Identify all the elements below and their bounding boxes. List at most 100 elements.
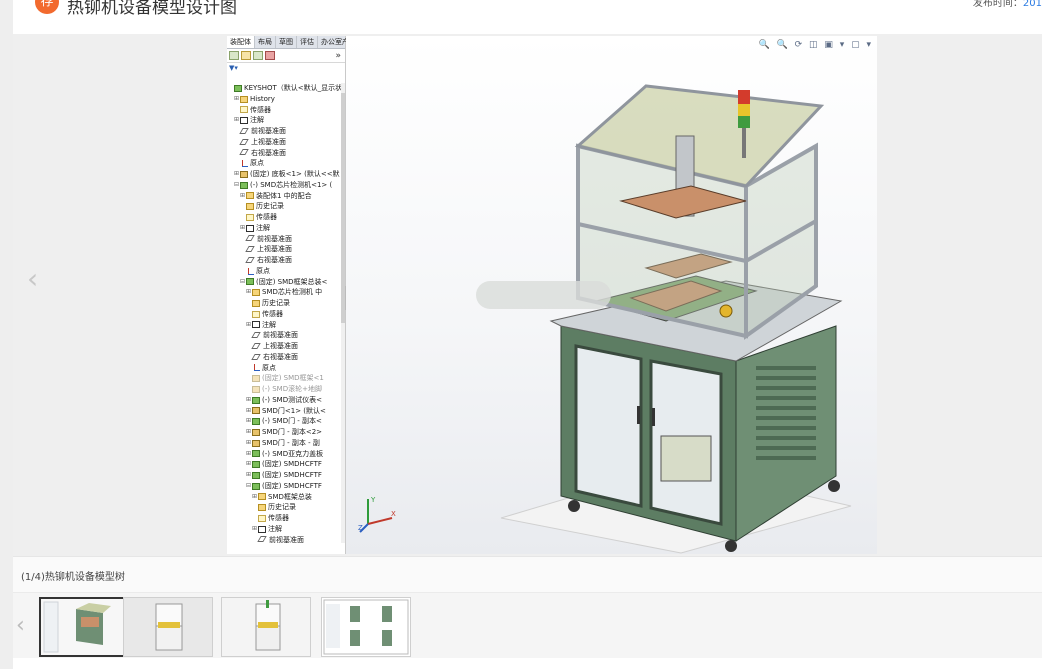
filter-icon[interactable]: ▼▾ — [227, 63, 345, 73]
tree-item[interactable]: 前视基准面 — [227, 330, 341, 341]
bottom-band — [13, 658, 1042, 669]
tree-item[interactable]: ⊞ SMD芯片检测机 中 — [227, 287, 341, 298]
tree-item[interactable]: ⊞ (-) SMD测试仪表< — [227, 395, 341, 406]
tree-item[interactable]: ⊞ 注解 — [227, 320, 341, 331]
tree-item-label: 上视基准面 — [251, 137, 286, 146]
tree-item-label: 历史记录 — [256, 202, 284, 211]
asm-icon — [252, 471, 260, 479]
tree-item[interactable]: 历史记录 — [227, 298, 341, 309]
tree-item[interactable]: ⊞ (-) SMD门 - 副本< — [227, 416, 341, 427]
tree-item[interactable]: (-) SMD滚轮+地脚 — [227, 384, 341, 395]
tree-item[interactable]: 传感器 — [227, 513, 341, 524]
tree-item[interactable]: ⊞ (-) SMD亚克力盖板 — [227, 449, 341, 460]
tree-item-label: SMD芯片检测机 中 — [262, 288, 323, 297]
configuration-icon[interactable] — [253, 51, 263, 60]
tree-item-label: (固定) SMD框架<1 — [262, 374, 324, 383]
tree-item[interactable]: 前视基准面 — [227, 126, 341, 137]
feature-manager-pane: 装配体 布局 草图 评估 办公室产品 » ▼▾ KEYSHOT（默认<默认_显示状 ⊞ Hi… — [227, 36, 360, 554]
tree-item[interactable]: ⊞ 注解 — [227, 115, 341, 126]
note-icon — [246, 224, 254, 232]
tree-item[interactable]: ⊞ (固定) SMDHCFTF — [227, 459, 341, 470]
plane-icon — [240, 128, 249, 135]
strip-prev-icon[interactable]: ‹ — [16, 613, 25, 638]
tree-item[interactable]: (固定) SMD框架<1 — [227, 373, 341, 384]
asm-icon — [234, 84, 242, 92]
part-icon — [252, 375, 260, 383]
tree-item[interactable]: 传感器 — [227, 212, 341, 223]
tree-item-label: 注解 — [256, 223, 270, 232]
tree-item[interactable]: 上视基准面 — [227, 137, 341, 148]
machine-model — [476, 84, 852, 554]
triad-z-label: Z — [358, 524, 363, 532]
caption-bar: (1/4)热铆机设备模型树 — [13, 556, 1042, 593]
thumbnail-2[interactable] — [123, 597, 213, 657]
tree-item[interactable]: ⊞ SMD框架总装 — [227, 492, 341, 503]
cad-screenshot: 装配体 布局 草图 评估 办公室产品 » ▼▾ KEYSHOT（默认<默认_显示状 ⊞ Hi… — [227, 36, 877, 554]
tree-item[interactable]: KEYSHOT（默认<默认_显示状 — [227, 83, 341, 94]
tab-3[interactable]: 评估 — [297, 36, 318, 48]
tree-item-label: 装配体1 中的配合 — [256, 191, 312, 200]
tree-item[interactable]: 原点 — [227, 266, 341, 277]
tree-item[interactable]: 上视基准面 — [227, 244, 341, 255]
tree-item[interactable]: ⊞ SMD门 - 副本 - 副 — [227, 438, 341, 449]
tree-item[interactable]: 前视基准面 — [227, 535, 341, 546]
tree-item[interactable]: 右视基准面 — [227, 352, 341, 363]
tree-item[interactable]: 历史记录 — [227, 502, 341, 513]
tree-item-label: 上视基准面 — [257, 245, 292, 254]
3d-viewport[interactable]: 🔍 🔍 ⟳ ◫ ▣ ▾ ▢ ▾ Y X Z — [346, 36, 877, 554]
image-caption: (1/4)热铆机设备模型树 — [21, 572, 125, 583]
publish-label: 发布时间： — [972, 0, 1023, 9]
tree-item-label: History — [250, 94, 275, 103]
tree-item[interactable]: ⊞ SMD门<1> (默认< — [227, 406, 341, 417]
tower-light-pole — [742, 128, 746, 158]
tree-item-label: 原点 — [250, 159, 264, 168]
thumbnail-1[interactable] — [39, 597, 129, 657]
tab-2[interactable]: 草图 — [276, 36, 297, 48]
tree-item-label: 上视基准面 — [263, 342, 298, 350]
thumbnail-4[interactable] — [321, 597, 411, 657]
tree-item-label: 前视基准面 — [257, 234, 292, 243]
tree-item[interactable]: 原点 — [227, 363, 341, 374]
asm-icon — [252, 450, 260, 458]
tab-1[interactable]: 布局 — [255, 36, 276, 48]
property-manager-icon[interactable] — [241, 51, 251, 60]
tree-scrollbar[interactable] — [341, 83, 345, 543]
tree-item[interactable]: ⊞ SMD门 - 副本<2> — [227, 427, 341, 438]
tab-0[interactable]: 装配体 — [227, 36, 255, 48]
tree-item[interactable]: 传感器 — [227, 309, 341, 320]
more-tabs-icon[interactable]: » — [335, 51, 341, 61]
plane-icon — [246, 257, 255, 264]
tree-item[interactable]: 历史记录 — [227, 201, 341, 212]
tree-item[interactable]: 右视基准面 — [227, 148, 341, 159]
folder-icon — [240, 95, 248, 103]
note-icon — [240, 117, 248, 125]
thumbnail-strip: ‹ — [13, 592, 1042, 659]
folder-icon — [258, 504, 266, 512]
tree-item[interactable]: ⊟ (-) SMD芯片检测机<1> ( — [227, 180, 341, 191]
feature-manager-tabs: 装配体 布局 草图 评估 办公室产品 — [227, 36, 360, 49]
tree-item[interactable]: 前视基准面 — [227, 234, 341, 245]
chevron-left-icon[interactable]: ‹ — [27, 262, 38, 295]
page-title: 热铆机设备模型设计图 — [67, 0, 237, 18]
tree-item[interactable]: 右视基准面 — [227, 255, 341, 266]
tree-item-label: 原点 — [262, 363, 276, 372]
tree-item-label: (-) SMD芯片检测机<1> ( — [250, 180, 333, 189]
tree-item[interactable]: ⊟ (固定) SMD框架总装< — [227, 277, 341, 288]
tree-item[interactable]: ⊞ (固定) 底板<1> (默认<<默 — [227, 169, 341, 180]
tree-item[interactable]: 上视基准面 — [227, 341, 341, 352]
tree-item[interactable]: ⊞ History — [227, 94, 341, 105]
tree-item[interactable]: 原点 — [227, 158, 341, 169]
appearance-icon[interactable] — [265, 51, 275, 60]
tree-item[interactable]: ⊞ 注解 — [227, 524, 341, 535]
feature-tree-icon[interactable] — [229, 51, 239, 60]
triad-x-label: X — [391, 510, 396, 518]
plane-icon — [246, 235, 255, 242]
tree-item[interactable]: 传感器 — [227, 105, 341, 116]
tree-item[interactable]: ⊞ 装配体1 中的配合 — [227, 191, 341, 202]
tree-item[interactable]: ⊞ (固定) SMDHCFTF — [227, 470, 341, 481]
note-icon — [252, 321, 260, 329]
tree-item[interactable]: ⊟ (固定) SMDHCFTF — [227, 481, 341, 492]
tree-item[interactable]: ⊞ 注解 — [227, 223, 341, 234]
thumbnail-3[interactable] — [221, 597, 311, 657]
asm-icon — [252, 482, 260, 490]
